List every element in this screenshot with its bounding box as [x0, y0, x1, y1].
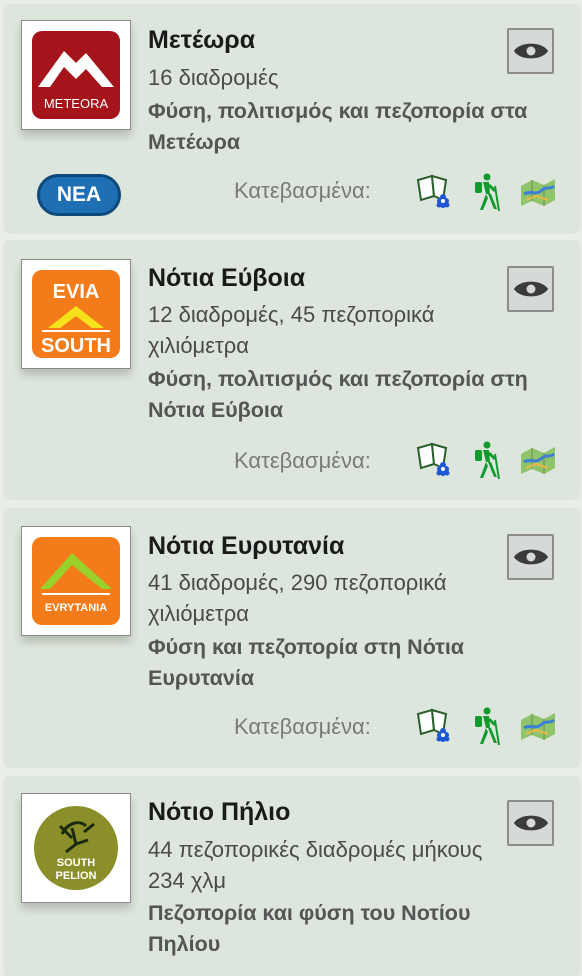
eye-icon — [513, 809, 549, 837]
card-meta: 44 πεζοπορικές διαδρομές μήκους 234 χλμ — [148, 837, 483, 893]
pelion-logo-text-top: SOUTH — [57, 857, 96, 869]
card-title[interactable]: Νότιο Πήλιο — [148, 798, 290, 827]
evia-logo: EVIA SOUTH — [21, 259, 131, 369]
map-icon[interactable] — [518, 706, 558, 746]
hiker-icon[interactable] — [466, 172, 506, 212]
card-description: Φύση, πολιτισμός και πεζοπορία στα Μετέω… — [148, 99, 528, 154]
view-button[interactable] — [507, 28, 554, 74]
book-flower-icon[interactable] — [414, 172, 454, 212]
book-flower-icon[interactable] — [414, 440, 454, 480]
meteora-logo: METEORA — [21, 20, 131, 130]
downloads-label: Κατεβασμένα: — [234, 178, 371, 203]
view-button[interactable] — [507, 534, 554, 580]
eye-icon — [513, 543, 549, 571]
evrytania-logo-text: EVRYTANIA — [45, 602, 107, 614]
card-title[interactable]: Νότια Ευρυτανία — [148, 532, 344, 561]
evia-logo-text-bottom: SOUTH — [41, 335, 111, 357]
downloads-label: Κατεβασμένα: — [234, 448, 371, 473]
book-flower-icon[interactable] — [414, 706, 454, 746]
evrytania-logo: EVRYTANIA — [21, 526, 131, 636]
new-badge: ΝΕΑ — [37, 174, 121, 216]
eye-icon — [513, 275, 549, 303]
card-meta: 12 διαδρομές, 45 πεζοπορικά χιλιόμετρα — [148, 302, 435, 358]
route-card-south-evrytania[interactable]: EVRYTANIA Νότια Ευρυτανία 41 διαδρομές, … — [4, 508, 580, 766]
pelion-logo-text-bottom: PELION — [56, 870, 97, 882]
route-card-meteora[interactable]: METEORA Μετέωρα 16 διαδρομές Φύση, πολιτ… — [4, 4, 580, 232]
evia-logo-text-top: EVIA — [53, 281, 100, 303]
downloads-label: Κατεβασμένα: — [234, 714, 371, 739]
eye-icon — [513, 37, 549, 65]
pelion-logo: SOUTH PELION — [21, 793, 131, 903]
map-icon[interactable] — [518, 172, 558, 212]
card-title[interactable]: Μετέωρα — [148, 26, 255, 55]
route-card-south-pelion[interactable]: SOUTH PELION Νότιο Πήλιο 44 πεζοπορικές … — [4, 776, 580, 976]
route-card-south-evia[interactable]: EVIA SOUTH Νότια Εύβοια 12 διαδρομές, 45… — [4, 240, 580, 498]
card-meta: 16 διαδρομές — [148, 65, 279, 90]
view-button[interactable] — [507, 266, 554, 312]
hiker-icon[interactable] — [466, 706, 506, 746]
hiker-icon[interactable] — [466, 440, 506, 480]
meteora-logo-text: METEORA — [44, 96, 109, 111]
card-description: Πεζοπορία και φύση του Νοτίου Πηλίου — [148, 901, 471, 956]
map-icon[interactable] — [518, 440, 558, 480]
view-button[interactable] — [507, 800, 554, 846]
card-description: Φύση, πολιτισμός και πεζοπορία στη Νότια… — [148, 367, 528, 422]
card-description: Φύση και πεζοπορία στη Νότια Ευρυτανία — [148, 635, 465, 690]
card-title[interactable]: Νότια Εύβοια — [148, 264, 305, 293]
card-meta: 41 διαδρομές, 290 πεζοπορικά χιλιόμετρα — [148, 570, 447, 626]
